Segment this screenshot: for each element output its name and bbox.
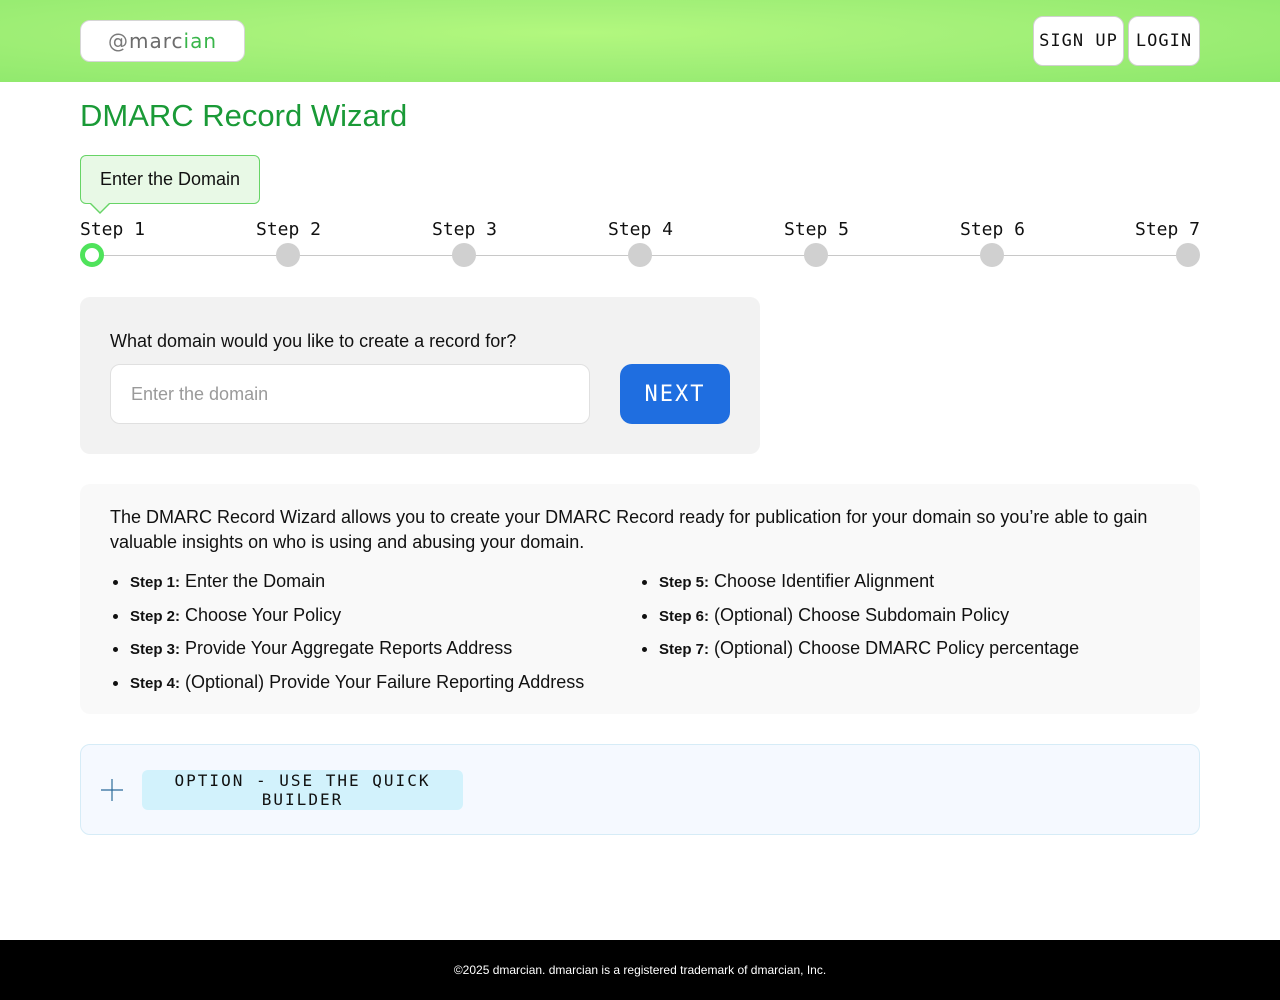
next-button[interactable]: NEXT — [620, 364, 730, 424]
step-key: Step 5: — [659, 574, 710, 591]
step-label-6: Step 6 — [960, 219, 1026, 240]
step-key: Step 6: — [659, 607, 710, 625]
step-key: Step 4: — [130, 674, 181, 692]
step-list-right: Step 5: Choose Identifier Alignment Step… — [639, 568, 1079, 669]
step-label-4: Step 4 — [608, 219, 674, 240]
wizard-info-card: The DMARC Record Wizard allows you to cr… — [80, 484, 1200, 714]
step-label-5: Step 5 — [784, 219, 850, 240]
step-dot-5[interactable] — [804, 243, 828, 267]
list-item: Step 5: Choose Identifier Alignment — [659, 568, 1079, 602]
list-item: Step 6: (Optional) Choose Subdomain Poli… — [659, 602, 1079, 636]
list-item: Step 3: Provide Your Aggregate Reports A… — [130, 635, 584, 669]
step-dot-7[interactable] — [1176, 243, 1200, 267]
list-item: Step 2: Choose Your Policy — [130, 602, 584, 636]
dmarcian-logo[interactable]: @ marc ian — [80, 20, 245, 62]
step-text: (Optional) Provide Your Failure Reportin… — [185, 671, 585, 692]
step-label-7: Step 7 — [1135, 219, 1201, 240]
list-item: Step 4: (Optional) Provide Your Failure … — [130, 669, 584, 703]
logo-text-part-b: ian — [183, 29, 218, 53]
domain-form-card: What domain would you like to create a r… — [80, 297, 760, 454]
step-key: Step 7: — [659, 641, 710, 659]
step-dot-3[interactable] — [452, 243, 476, 267]
step-text: Provide Your Aggregate Reports Address — [185, 638, 513, 659]
step-dot-1[interactable] — [80, 243, 104, 267]
list-item: Step 1: Enter the Domain — [130, 568, 584, 602]
step-list-left: Step 1: Enter the Domain Step 2: Choose … — [110, 568, 584, 702]
step-text: Choose Your Policy — [185, 604, 342, 625]
domain-question-label: What domain would you like to create a r… — [110, 331, 517, 351]
header-bar: @ marc ian SIGN UP LOGIN — [0, 0, 1280, 82]
login-button[interactable]: LOGIN — [1128, 16, 1200, 66]
step-label-3: Step 3 — [432, 219, 498, 240]
step-text: Choose Identifier Alignment — [714, 571, 935, 591]
plus-icon[interactable] — [101, 779, 123, 801]
step-label-1: Step 1 — [80, 219, 146, 240]
step-key: Step 3: — [130, 641, 181, 659]
step-tooltip: Enter the Domain — [80, 155, 260, 204]
sign-up-button[interactable]: SIGN UP — [1033, 16, 1124, 66]
step-label-2: Step 2 — [256, 219, 322, 240]
step-dot-4[interactable] — [628, 243, 652, 267]
step-key: Step 1: — [130, 574, 181, 591]
list-item: Step 7: (Optional) Choose DMARC Policy p… — [659, 635, 1079, 669]
logo-at-glyph: @ — [107, 29, 129, 53]
domain-input[interactable] — [110, 364, 590, 424]
footer: ©2025 dmarcian. dmarcian is a registered… — [0, 940, 1280, 1000]
tooltip-arrow-fill — [90, 202, 110, 212]
quick-builder-panel: OPTION - USE THE QUICK BUILDER — [80, 744, 1200, 835]
quick-builder-toggle[interactable]: OPTION - USE THE QUICK BUILDER — [142, 770, 463, 810]
logo-text-part-a: marc — [128, 29, 184, 53]
footer-copyright: ©2025 dmarcian. dmarcian is a registered… — [453, 963, 827, 977]
step-dot-6[interactable] — [980, 243, 1004, 267]
page-title: DMARC Record Wizard — [80, 98, 408, 133]
step-text: Enter the Domain — [185, 571, 326, 591]
wizard-description: The DMARC Record Wizard allows you to cr… — [110, 507, 1148, 552]
step-text: (Optional) Choose Subdomain Policy — [714, 604, 1010, 625]
step-dot-2[interactable] — [276, 243, 300, 267]
step-text: (Optional) Choose DMARC Policy percentag… — [714, 638, 1080, 659]
step-key: Step 2: — [130, 607, 181, 625]
